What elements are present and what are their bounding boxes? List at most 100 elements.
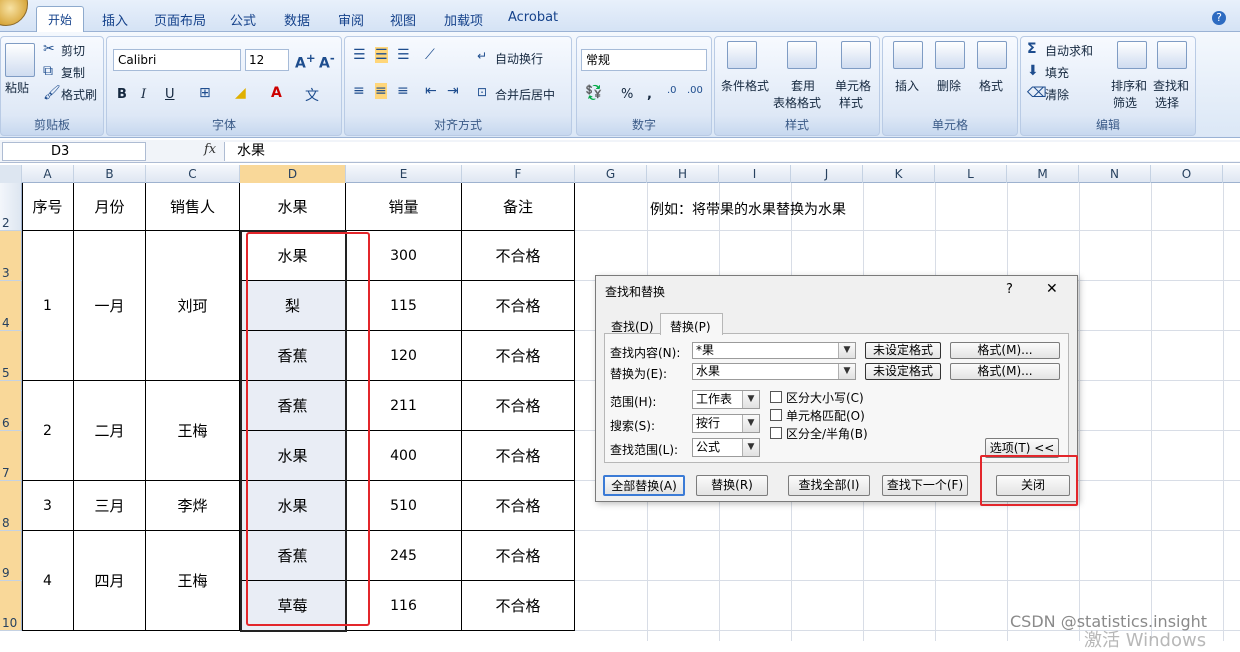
col-header-c[interactable]: C <box>146 165 240 183</box>
col-header-l[interactable]: L <box>935 165 1007 183</box>
col-header-m[interactable]: M <box>1007 165 1079 183</box>
fill-color-icon[interactable]: ◢ <box>235 85 246 101</box>
remark-cell[interactable]: 不合格 <box>462 531 575 581</box>
look-in-select[interactable]: 公式 ▼ <box>692 438 760 457</box>
font-size-select[interactable]: 12 <box>245 49 289 71</box>
tab-acrobat[interactable]: Acrobat <box>508 10 558 25</box>
row-header-9[interactable]: 9 <box>0 531 22 581</box>
table-format-button-line2[interactable]: 表格格式 <box>773 94 821 111</box>
col-header-d[interactable]: D <box>240 165 346 183</box>
cell-styles-button-line2[interactable]: 样式 <box>839 94 863 111</box>
borders-icon[interactable]: ⊞ <box>199 85 211 101</box>
fill-button[interactable]: 填充 <box>1045 64 1069 81</box>
col-header-g[interactable]: G <box>575 165 647 183</box>
percent-button[interactable]: % <box>621 87 633 102</box>
increase-indent-icon[interactable]: ⇥ <box>447 83 459 99</box>
increase-decimal-icon[interactable]: .0 <box>667 85 677 96</box>
month-cell[interactable]: 二月 <box>74 381 146 481</box>
seq-cell[interactable]: 4 <box>22 531 74 631</box>
find-select-button-line2[interactable]: 选择 <box>1155 94 1179 111</box>
select-all-corner[interactable] <box>0 165 22 183</box>
bold-button[interactable]: B <box>117 87 127 102</box>
col-header-o[interactable]: O <box>1151 165 1223 183</box>
row-header-8[interactable]: 8 <box>0 481 22 531</box>
col-header-e[interactable]: E <box>346 165 462 183</box>
clear-button[interactable]: 清除 <box>1045 86 1069 103</box>
shrink-font-icon[interactable]: A- <box>319 51 335 72</box>
cell-styles-button[interactable]: 单元格 <box>835 77 871 94</box>
find-next-button[interactable]: 查找下一个(F) <box>882 475 968 496</box>
conditional-format-button[interactable]: 条件格式 <box>721 77 769 94</box>
row-header-3[interactable]: 3 <box>0 231 22 281</box>
col-header-a[interactable]: A <box>22 165 74 183</box>
seller-cell[interactable]: 李烨 <box>146 481 240 531</box>
decrease-indent-icon[interactable]: ⇤ <box>425 83 437 99</box>
remark-cell[interactable]: 不合格 <box>462 331 575 381</box>
insert-cells-button[interactable]: 插入 <box>895 77 919 94</box>
tab-addins[interactable]: 加载项 <box>444 10 483 29</box>
format-painter-button[interactable]: 格式刷 <box>61 86 97 103</box>
seq-cell[interactable]: 2 <box>22 381 74 481</box>
find-format-button[interactable]: 格式(M)... <box>950 342 1060 359</box>
tab-view[interactable]: 视图 <box>390 10 416 29</box>
align-left-icon[interactable]: ≡ <box>353 83 365 99</box>
delete-cells-button[interactable]: 删除 <box>937 77 961 94</box>
dialog-close-icon[interactable]: ✕ <box>1046 281 1058 297</box>
phonetic-icon[interactable]: 文 <box>305 85 319 105</box>
remark-cell[interactable]: 不合格 <box>462 481 575 531</box>
remark-cell[interactable]: 不合格 <box>462 431 575 481</box>
replace-format-button[interactable]: 格式(M)... <box>950 363 1060 380</box>
match-width-checkbox[interactable] <box>770 427 782 439</box>
tab-replace[interactable]: 替换(P) <box>670 318 711 335</box>
chevron-down-icon[interactable]: ▼ <box>838 364 855 379</box>
chevron-down-icon[interactable]: ▼ <box>742 391 759 408</box>
header-cell-month[interactable]: 月份 <box>74 183 146 231</box>
currency-icon[interactable]: 💱 <box>585 85 602 101</box>
col-header-b[interactable]: B <box>74 165 146 183</box>
table-format-button[interactable]: 套用 <box>791 77 815 94</box>
cut-button[interactable]: 剪切 <box>61 42 85 59</box>
wrap-text-button[interactable]: 自动换行 <box>495 50 543 67</box>
seq-cell[interactable]: 3 <box>22 481 74 531</box>
seller-cell[interactable]: 王梅 <box>146 531 240 631</box>
col-header-n[interactable]: N <box>1079 165 1151 183</box>
align-right-icon[interactable]: ≡ <box>397 83 409 99</box>
remark-cell[interactable]: 不合格 <box>462 231 575 281</box>
chevron-down-icon[interactable]: ▼ <box>838 343 855 358</box>
sort-filter-button[interactable]: 排序和 <box>1111 77 1147 94</box>
comma-button[interactable]: , <box>647 87 652 102</box>
font-name-select[interactable]: Calibri <box>113 49 241 71</box>
example-note[interactable]: 例如：将带果的水果替换为水果 <box>650 199 846 219</box>
orientation-icon[interactable]: ⟋ <box>425 47 435 63</box>
paste-button[interactable]: 粘贴 <box>5 79 29 96</box>
row-header-5[interactable]: 5 <box>0 331 22 381</box>
align-top-icon[interactable]: ☰ <box>353 47 366 63</box>
row-header-10[interactable]: 10 <box>0 581 22 631</box>
month-cell[interactable]: 一月 <box>74 231 146 381</box>
formula-input[interactable]: 水果 <box>224 142 1240 161</box>
font-color-icon[interactable]: A <box>271 85 282 101</box>
match-cell-checkbox[interactable] <box>770 409 782 421</box>
merge-center-button[interactable]: 合并后居中 <box>495 86 555 103</box>
format-cells-button[interactable]: 格式 <box>979 77 1003 94</box>
sort-filter-button-line2[interactable]: 筛选 <box>1113 94 1137 111</box>
month-cell[interactable]: 四月 <box>74 531 146 631</box>
col-header-j[interactable]: J <box>791 165 863 183</box>
tab-formulas[interactable]: 公式 <box>230 10 256 29</box>
find-what-input[interactable]: *果 ▼ <box>692 342 856 359</box>
replace-button[interactable]: 替换(R) <box>696 475 768 496</box>
col-header-k[interactable]: K <box>863 165 935 183</box>
tab-page-layout[interactable]: 页面布局 <box>154 10 206 29</box>
seller-cell[interactable]: 王梅 <box>146 381 240 481</box>
tab-home[interactable]: 开始 <box>36 6 84 33</box>
align-center-icon[interactable]: ≡ <box>375 83 387 99</box>
header-cell-fruit[interactable]: 水果 <box>240 183 346 231</box>
tab-review[interactable]: 审阅 <box>338 10 364 29</box>
italic-button[interactable]: I <box>141 87 146 102</box>
find-all-button[interactable]: 查找全部(I) <box>788 475 870 496</box>
grow-font-icon[interactable]: A+ <box>295 51 316 72</box>
dialog-help-icon[interactable]: ? <box>1006 282 1013 297</box>
header-cell-seq[interactable]: 序号 <box>22 183 74 231</box>
copy-button[interactable]: 复制 <box>61 64 85 81</box>
col-header-f[interactable]: F <box>462 165 575 183</box>
